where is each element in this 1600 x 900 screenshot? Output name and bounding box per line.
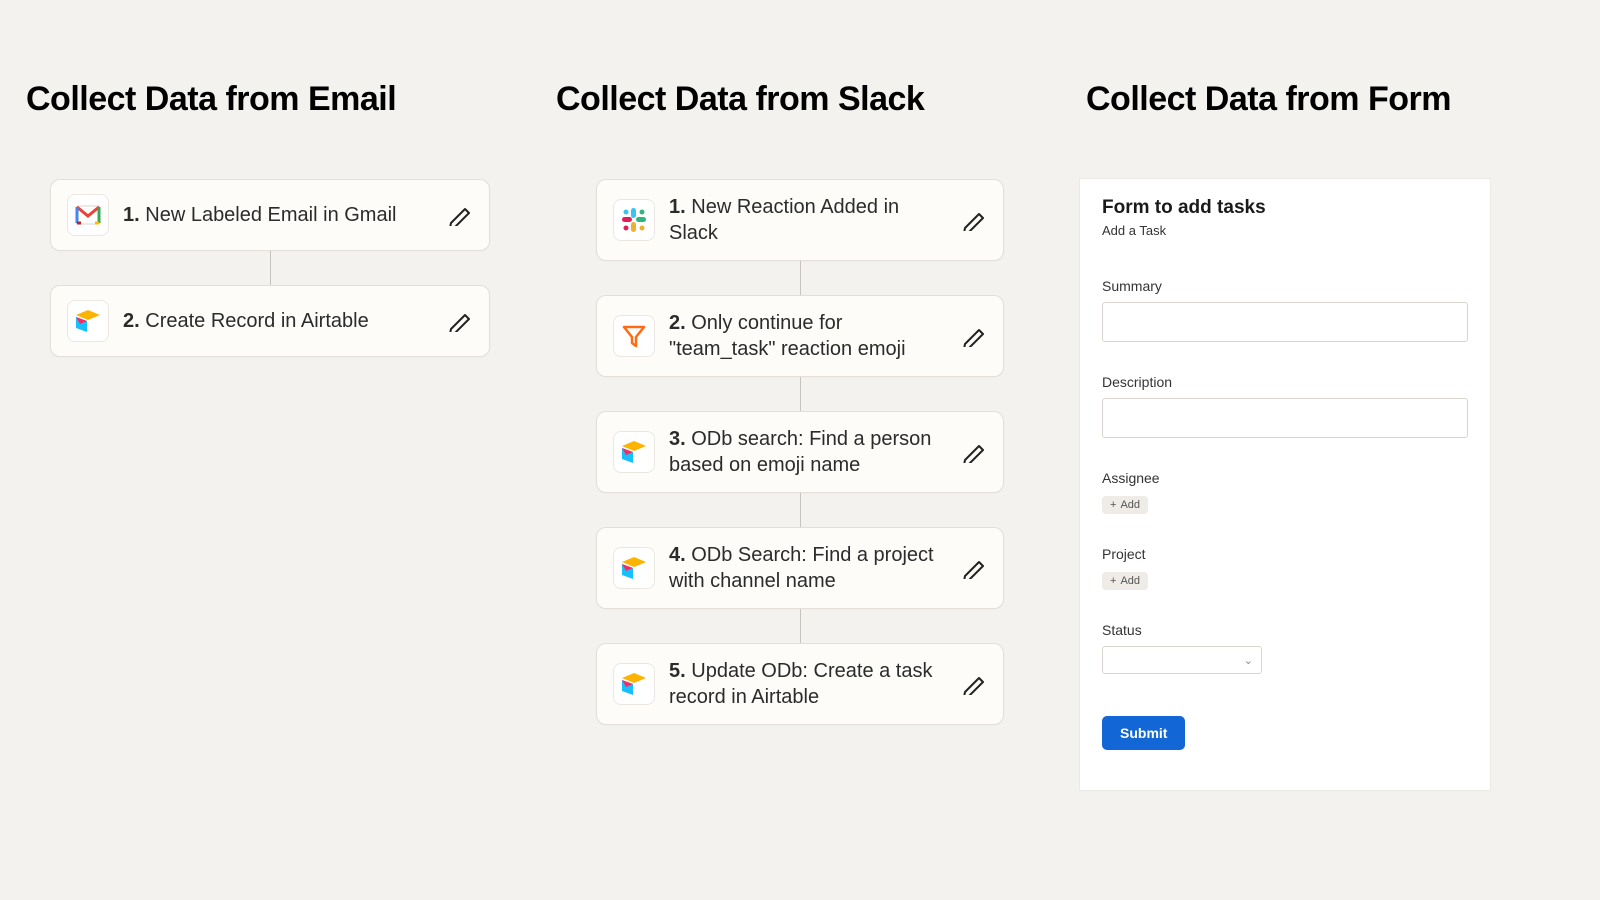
step-label: 4. ODb Search: Find a project with chann…: [669, 542, 945, 594]
step-label: 1. New Reaction Added in Slack: [669, 194, 945, 246]
field-description: Description: [1102, 374, 1468, 438]
connector: [800, 377, 801, 411]
input-description[interactable]: [1102, 398, 1468, 438]
flow-slack: 1. New Reaction Added in Slack 2. Only c…: [550, 179, 1050, 725]
field-summary: Summary: [1102, 278, 1468, 342]
label-assignee: Assignee: [1102, 470, 1468, 486]
edit-icon[interactable]: [959, 554, 987, 582]
gmail-icon: [67, 194, 109, 236]
edit-icon[interactable]: [445, 201, 473, 229]
submit-button[interactable]: Submit: [1102, 716, 1185, 750]
edit-icon[interactable]: [959, 670, 987, 698]
airtable-icon: [613, 547, 655, 589]
edit-icon[interactable]: [959, 322, 987, 350]
airtable-icon: [613, 431, 655, 473]
airtable-icon: [613, 663, 655, 705]
connector: [800, 493, 801, 527]
flow-step[interactable]: 1. New Reaction Added in Slack: [596, 179, 1004, 261]
flow-step[interactable]: 3. ODb search: Find a person based on em…: [596, 411, 1004, 493]
chevron-down-icon: ⌄: [1244, 654, 1253, 667]
field-project: Project +Add: [1102, 546, 1468, 590]
label-description: Description: [1102, 374, 1468, 390]
column-title-form: Collect Data from Form: [1080, 80, 1451, 119]
flow-step[interactable]: 2. Create Record in Airtable: [50, 285, 490, 357]
column-email: Collect Data from Email 1. New Labeled E…: [20, 80, 520, 790]
filter-icon: [613, 315, 655, 357]
edit-icon[interactable]: [445, 307, 473, 335]
flow-step[interactable]: 1. New Labeled Email in Gmail: [50, 179, 490, 251]
form-subheading: Add a Task: [1102, 223, 1468, 238]
status-select[interactable]: ⌄: [1102, 646, 1262, 674]
connector: [270, 251, 271, 285]
step-label: 5. Update ODb: Create a task record in A…: [669, 658, 945, 710]
flow-step[interactable]: 4. ODb Search: Find a project with chann…: [596, 527, 1004, 609]
add-project-button[interactable]: +Add: [1102, 572, 1148, 590]
plus-icon: +: [1110, 575, 1116, 587]
flow-step[interactable]: 2. Only continue for "team_task" reactio…: [596, 295, 1004, 377]
connector: [800, 609, 801, 643]
flow-email: 1. New Labeled Email in Gmail 2. Create …: [20, 179, 520, 357]
step-label: 1. New Labeled Email in Gmail: [123, 202, 431, 228]
add-assignee-button[interactable]: +Add: [1102, 496, 1148, 514]
connector: [800, 261, 801, 295]
plus-icon: +: [1110, 499, 1116, 511]
input-summary[interactable]: [1102, 302, 1468, 342]
flow-step[interactable]: 5. Update ODb: Create a task record in A…: [596, 643, 1004, 725]
step-label: 2. Create Record in Airtable: [123, 308, 431, 334]
form-heading: Form to add tasks: [1102, 197, 1468, 219]
label-project: Project: [1102, 546, 1468, 562]
column-slack: Collect Data from Slack 1. New Reaction …: [550, 80, 1050, 790]
field-status: Status ⌄: [1102, 622, 1468, 674]
label-status: Status: [1102, 622, 1468, 638]
label-summary: Summary: [1102, 278, 1468, 294]
slack-icon: [613, 199, 655, 241]
edit-icon[interactable]: [959, 438, 987, 466]
edit-icon[interactable]: [959, 206, 987, 234]
field-assignee: Assignee +Add: [1102, 470, 1468, 514]
step-label: 2. Only continue for "team_task" reactio…: [669, 310, 945, 362]
step-label: 3. ODb search: Find a person based on em…: [669, 426, 945, 478]
column-title-slack: Collect Data from Slack: [550, 80, 924, 119]
form-panel: Form to add tasks Add a Task Summary Des…: [1080, 179, 1490, 790]
column-form: Collect Data from Form Form to add tasks…: [1080, 80, 1580, 790]
airtable-icon: [67, 300, 109, 342]
column-title-email: Collect Data from Email: [20, 80, 396, 119]
